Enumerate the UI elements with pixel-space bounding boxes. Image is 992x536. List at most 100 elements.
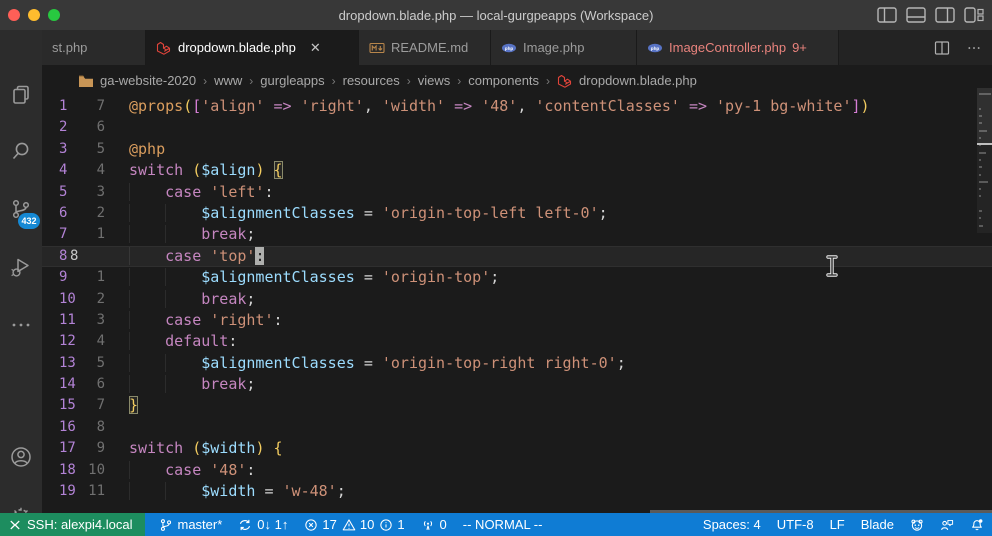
code-line[interactable]: 124 default: bbox=[42, 331, 992, 352]
code-line-content bbox=[129, 417, 992, 438]
status-problems[interactable]: 17101 bbox=[296, 513, 412, 536]
code-line[interactable]: 71 break; bbox=[42, 224, 992, 245]
line-number-relative: 6 bbox=[79, 374, 105, 395]
info-icon: 1 bbox=[379, 517, 404, 532]
breadcrumb-separator: › bbox=[249, 74, 253, 88]
line-number-relative: 6 bbox=[79, 117, 105, 138]
info-icon bbox=[379, 518, 393, 532]
minimap-line bbox=[979, 152, 986, 154]
code-line[interactable]: 26 bbox=[42, 117, 992, 138]
status-label: master* bbox=[178, 517, 223, 532]
code-line-content: switch ($align) { bbox=[129, 160, 992, 181]
code-line[interactable]: 157} bbox=[42, 395, 992, 416]
activity-search[interactable] bbox=[0, 132, 42, 174]
token: , bbox=[364, 97, 382, 115]
code-line[interactable]: 62 $alignmentClasses = 'origin-top-left … bbox=[42, 203, 992, 224]
tab-README.md[interactable]: README.md bbox=[359, 30, 491, 65]
maximize-window-button[interactable] bbox=[48, 9, 60, 21]
breadcrumb-item[interactable]: gurgleapps bbox=[260, 73, 324, 88]
status-eol[interactable]: LF bbox=[822, 513, 853, 536]
token bbox=[373, 204, 382, 222]
line-number-absolute: 13 bbox=[59, 353, 79, 374]
status-notifications[interactable] bbox=[962, 513, 992, 536]
token: 'right' bbox=[210, 311, 273, 329]
code-line[interactable]: 91 $alignmentClasses = 'origin-top'; bbox=[42, 267, 992, 288]
code-line[interactable]: 135 $alignmentClasses = 'origin-top-righ… bbox=[42, 353, 992, 374]
tab-ImageController.php[interactable]: phpImageController.php9+ bbox=[637, 30, 839, 65]
token: { bbox=[274, 161, 283, 179]
status-feedback[interactable] bbox=[932, 513, 962, 536]
token: ] bbox=[852, 97, 861, 115]
more-actions-button[interactable] bbox=[966, 40, 982, 56]
breadcrumb-item[interactable]: ga-website-2020 bbox=[100, 73, 196, 88]
code-line[interactable]: 35@php bbox=[42, 139, 992, 160]
activity-more-views[interactable] bbox=[0, 306, 42, 348]
code-line[interactable]: 53 case 'left': bbox=[42, 182, 992, 203]
code-line[interactable]: 44switch ($align) { bbox=[42, 160, 992, 181]
tab-Image.php[interactable]: phpImage.php bbox=[491, 30, 637, 65]
token: ; bbox=[337, 482, 346, 500]
breadcrumb-item[interactable]: components bbox=[468, 73, 539, 88]
status-broadcast-status[interactable]: 0 bbox=[413, 513, 455, 536]
toggle-primary-sidebar-button[interactable] bbox=[877, 7, 897, 23]
debug-icon bbox=[9, 255, 33, 284]
status-sync-status[interactable]: 0↓ 1↑ bbox=[230, 513, 296, 536]
activity-explorer[interactable] bbox=[0, 76, 42, 118]
warning-icon: 10 bbox=[342, 517, 374, 532]
token: ( bbox=[192, 161, 201, 179]
activity-bar: 4321 bbox=[0, 30, 42, 513]
status-language-mode[interactable]: Blade bbox=[853, 513, 902, 536]
token: => bbox=[689, 97, 707, 115]
activity-account[interactable] bbox=[0, 438, 42, 480]
breadcrumb-separator: › bbox=[546, 74, 550, 88]
code-line-content: break; bbox=[129, 374, 992, 395]
code-line[interactable]: 1911 $width = 'w-48'; bbox=[42, 481, 992, 502]
overview-scrollbar[interactable] bbox=[977, 88, 992, 233]
editor-pane: st.phpdropdown.blade.php✕README.mdphpIma… bbox=[42, 30, 992, 513]
tab-st.php[interactable]: st.php bbox=[42, 30, 146, 65]
status-git-branch[interactable]: master* bbox=[151, 513, 231, 536]
code-line[interactable]: 168 bbox=[42, 417, 992, 438]
code-line[interactable]: 179switch ($width) { bbox=[42, 438, 992, 459]
markdown-icon bbox=[369, 40, 385, 56]
token: $alignmentClasses bbox=[201, 204, 355, 222]
token: ; bbox=[599, 204, 608, 222]
token bbox=[680, 97, 689, 115]
close-tab-icon[interactable]: ✕ bbox=[310, 40, 321, 56]
close-window-button[interactable] bbox=[8, 9, 20, 21]
token: break bbox=[201, 290, 246, 308]
toggle-secondary-sidebar-button[interactable] bbox=[935, 7, 955, 23]
code-line[interactable]: 1810 case '48': bbox=[42, 460, 992, 481]
status-vim-mode[interactable]: -- NORMAL -- bbox=[455, 513, 551, 536]
status-remote-indicator[interactable]: SSH: alexpi4.local bbox=[0, 513, 145, 536]
status-count: 1 bbox=[397, 517, 404, 532]
code-line[interactable]: 102 break; bbox=[42, 289, 992, 310]
breadcrumb-item[interactable]: www bbox=[214, 73, 242, 88]
status-encoding[interactable]: UTF-8 bbox=[769, 513, 822, 536]
code-line-content: $alignmentClasses = 'origin-top-right ri… bbox=[129, 353, 992, 374]
status-extension-face[interactable] bbox=[902, 513, 932, 536]
line-number-relative: 3 bbox=[79, 182, 105, 203]
activity-source-control[interactable]: 432 bbox=[0, 190, 42, 232]
toggle-panel-button[interactable] bbox=[906, 7, 926, 23]
tab-dropdown.blade.php[interactable]: dropdown.blade.php ✕ bbox=[146, 30, 359, 65]
activity-run-and-debug[interactable] bbox=[0, 248, 42, 290]
code-line[interactable]: 88 case 'top': bbox=[42, 246, 992, 267]
customize-layout-button[interactable] bbox=[964, 7, 984, 23]
code-line[interactable]: 113 case 'right': bbox=[42, 310, 992, 331]
line-number-absolute: 15 bbox=[59, 395, 79, 416]
code-editor[interactable]: 17@props(['align' => 'right', 'width' =>… bbox=[42, 96, 992, 513]
line-number-absolute: 3 bbox=[59, 139, 79, 160]
breadcrumb-item[interactable]: views bbox=[418, 73, 451, 88]
tab-label: dropdown.blade.php bbox=[178, 40, 296, 55]
scrollbar-slider[interactable] bbox=[977, 88, 992, 144]
token: ( bbox=[192, 439, 201, 457]
split-editor-button[interactable] bbox=[934, 40, 950, 56]
code-line[interactable]: 17@props(['align' => 'right', 'width' =>… bbox=[42, 96, 992, 117]
breadcrumb-item[interactable]: resources bbox=[343, 73, 400, 88]
indent-guide bbox=[129, 268, 165, 286]
status-indentation[interactable]: Spaces: 4 bbox=[695, 513, 769, 536]
code-line[interactable]: 146 break; bbox=[42, 374, 992, 395]
minimize-window-button[interactable] bbox=[28, 9, 40, 21]
breadcrumb-item[interactable]: dropdown.blade.php bbox=[579, 73, 697, 88]
